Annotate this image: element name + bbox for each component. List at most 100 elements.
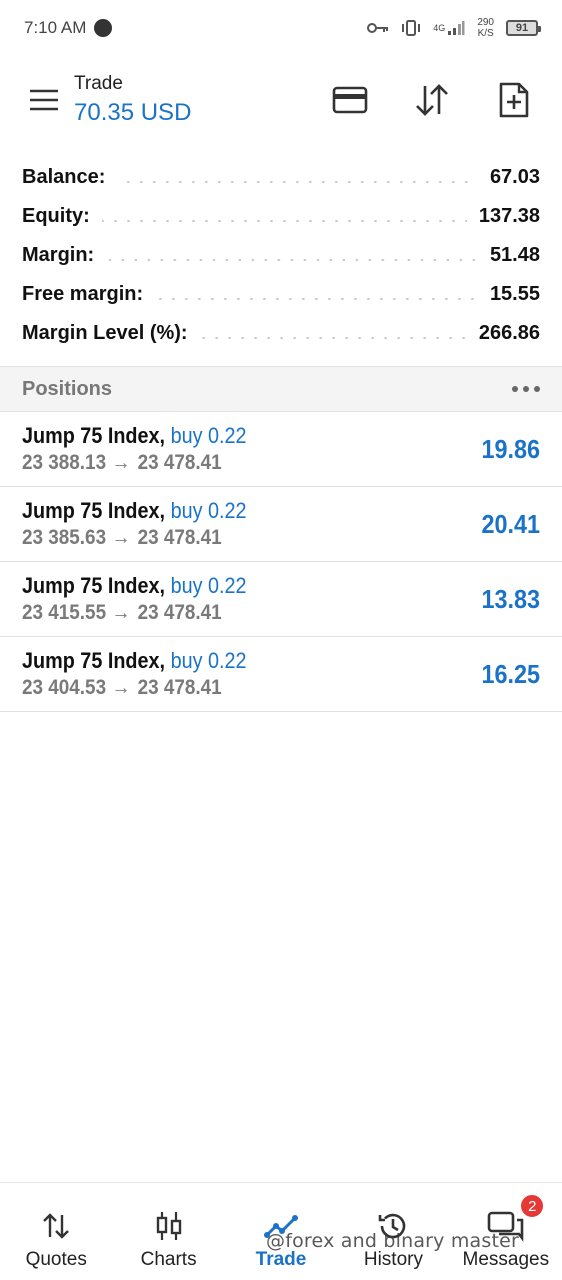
- net-speed-unit: K/S: [477, 28, 494, 39]
- dot-leader: [199, 336, 467, 339]
- page-title: Trade: [74, 73, 123, 94]
- status-indicators: 4G 290 K/S 91: [367, 17, 541, 39]
- nav-label: Charts: [140, 1249, 197, 1270]
- open-price: 23 404.53: [22, 676, 107, 699]
- nav-label: Messages: [462, 1249, 550, 1270]
- credit-card-icon: [332, 86, 368, 114]
- position-direction: buy 0.22: [170, 573, 247, 598]
- position-title: Jump 75 Index, buy 0.22: [22, 573, 247, 599]
- current-price: 23 478.41: [137, 601, 222, 624]
- positions-list: Jump 75 Index, buy 0.22 23 388.13 → 23 478…: [0, 412, 562, 712]
- open-price: 23 385.63: [22, 526, 107, 549]
- net-speed-value: 290: [477, 17, 494, 28]
- more-options-button[interactable]: [512, 374, 540, 404]
- open-price: 23 388.13: [22, 451, 107, 474]
- position-title: Jump 75 Index, buy 0.22: [22, 423, 247, 449]
- position-prices: 23 385.63 → 23 478.41: [22, 526, 247, 550]
- menu-button[interactable]: [22, 78, 66, 122]
- position-symbol: Jump 75 Index,: [22, 498, 166, 523]
- equity-value: 137.38: [478, 205, 540, 227]
- arrow-icon: →: [111, 451, 131, 474]
- messages-icon: [487, 1209, 525, 1243]
- margin-level-value: 266.86: [478, 322, 540, 344]
- position-row[interactable]: Jump 75 Index, buy 0.22 23 385.63 → 23 478…: [0, 487, 562, 562]
- new-order-button[interactable]: [488, 74, 540, 126]
- more-icon-dot: [523, 386, 529, 392]
- margin-value: 51.48: [489, 244, 540, 266]
- status-time: 7:10 AM: [24, 18, 87, 37]
- position-info: Jump 75 Index, buy 0.22 23 385.63 → 23 478…: [22, 498, 271, 550]
- account-summary: Balance: 67.03 Equity: 137.38 Margin: 51…: [0, 158, 562, 353]
- position-row[interactable]: Jump 75 Index, buy 0.22 23 388.13 → 23 478…: [0, 412, 562, 487]
- summary-row-free-margin: Free margin: 15.55: [0, 275, 562, 314]
- new-order-icon: [499, 82, 529, 118]
- position-info: Jump 75 Index, buy 0.22 23 404.53 → 23 478…: [22, 648, 271, 700]
- free-margin-label: Free margin:: [22, 283, 144, 305]
- more-icon-dot: [534, 386, 540, 392]
- summary-row-margin-level: Margin Level (%): 266.86: [0, 314, 562, 353]
- nav-label: History: [363, 1249, 423, 1270]
- position-profit: 20.41: [481, 508, 540, 539]
- position-info: Jump 75 Index, buy 0.22 23 415.55 → 23 478…: [22, 573, 271, 625]
- margin-label: Margin:: [22, 244, 95, 266]
- position-prices: 23 415.55 → 23 478.41: [22, 601, 247, 625]
- unread-badge: 2: [519, 1193, 546, 1219]
- margin-level-label: Margin Level (%):: [22, 322, 188, 344]
- position-row[interactable]: Jump 75 Index, buy 0.22 23 404.53 → 23 478…: [0, 637, 562, 712]
- nav-charts[interactable]: Charts: [112, 1183, 224, 1280]
- battery-icon: 91: [506, 20, 541, 36]
- arrow-icon: →: [111, 601, 131, 624]
- sort-arrows-icon: [416, 84, 448, 116]
- position-title: Jump 75 Index, buy 0.22: [22, 648, 247, 674]
- battery-level: 91: [515, 22, 529, 34]
- trade-icon: [264, 1209, 299, 1243]
- position-symbol: Jump 75 Index,: [22, 573, 166, 598]
- net-speed: 290 K/S: [477, 17, 494, 39]
- nav-label: Trade: [255, 1249, 307, 1270]
- arrow-icon: →: [111, 676, 131, 699]
- notification-icon: [94, 19, 113, 37]
- position-direction: buy 0.22: [170, 423, 247, 448]
- position-direction: buy 0.22: [170, 498, 247, 523]
- status-bar: 7:10 AM 4G 290 K/S 91: [0, 0, 562, 56]
- dot-leader: [101, 219, 467, 222]
- vibrate-icon: [401, 19, 421, 37]
- arrow-icon: →: [111, 526, 131, 549]
- nav-history[interactable]: History: [337, 1183, 449, 1280]
- history-icon: [377, 1209, 409, 1243]
- position-title: Jump 75 Index, buy 0.22: [22, 498, 247, 524]
- balance-label: Balance:: [22, 166, 106, 188]
- nav-messages[interactable]: 2 Messages: [450, 1183, 562, 1280]
- dot-leader: [106, 258, 478, 261]
- deposit-button[interactable]: [324, 74, 376, 126]
- position-symbol: Jump 75 Index,: [22, 648, 166, 673]
- position-prices: 23 404.53 → 23 478.41: [22, 676, 247, 700]
- balance-display: 70.35 USD: [74, 99, 192, 126]
- position-info: Jump 75 Index, buy 0.22 23 388.13 → 23 478…: [22, 423, 271, 475]
- quotes-icon: [42, 1209, 70, 1243]
- nav-trade[interactable]: Trade: [225, 1183, 337, 1280]
- dot-leader: [155, 297, 478, 300]
- nav-quotes[interactable]: Quotes: [0, 1183, 112, 1280]
- position-profit: 19.86: [481, 433, 540, 464]
- free-margin-value: 15.55: [489, 283, 540, 305]
- toolbar: Trade 70.35 USD: [0, 60, 562, 140]
- summary-row-margin: Margin: 51.48: [0, 236, 562, 275]
- equity-label: Equity:: [22, 205, 90, 227]
- current-price: 23 478.41: [137, 676, 222, 699]
- sort-button[interactable]: [406, 74, 458, 126]
- current-price: 23 478.41: [137, 526, 222, 549]
- position-prices: 23 388.13 → 23 478.41: [22, 451, 247, 475]
- menu-icon: [30, 89, 58, 111]
- position-profit: 13.83: [481, 583, 540, 614]
- network-type: 4G: [433, 23, 446, 33]
- key-icon: [367, 22, 389, 34]
- summary-row-equity: Equity: 137.38: [0, 197, 562, 236]
- position-row[interactable]: Jump 75 Index, buy 0.22 23 415.55 → 23 478…: [0, 562, 562, 637]
- dot-leader: [117, 180, 478, 183]
- positions-header: Positions: [0, 366, 562, 412]
- toolbar-actions: [324, 74, 540, 126]
- status-time-group: 7:10 AM: [24, 18, 113, 38]
- position-profit: 16.25: [481, 658, 540, 689]
- positions-title: Positions: [22, 377, 113, 400]
